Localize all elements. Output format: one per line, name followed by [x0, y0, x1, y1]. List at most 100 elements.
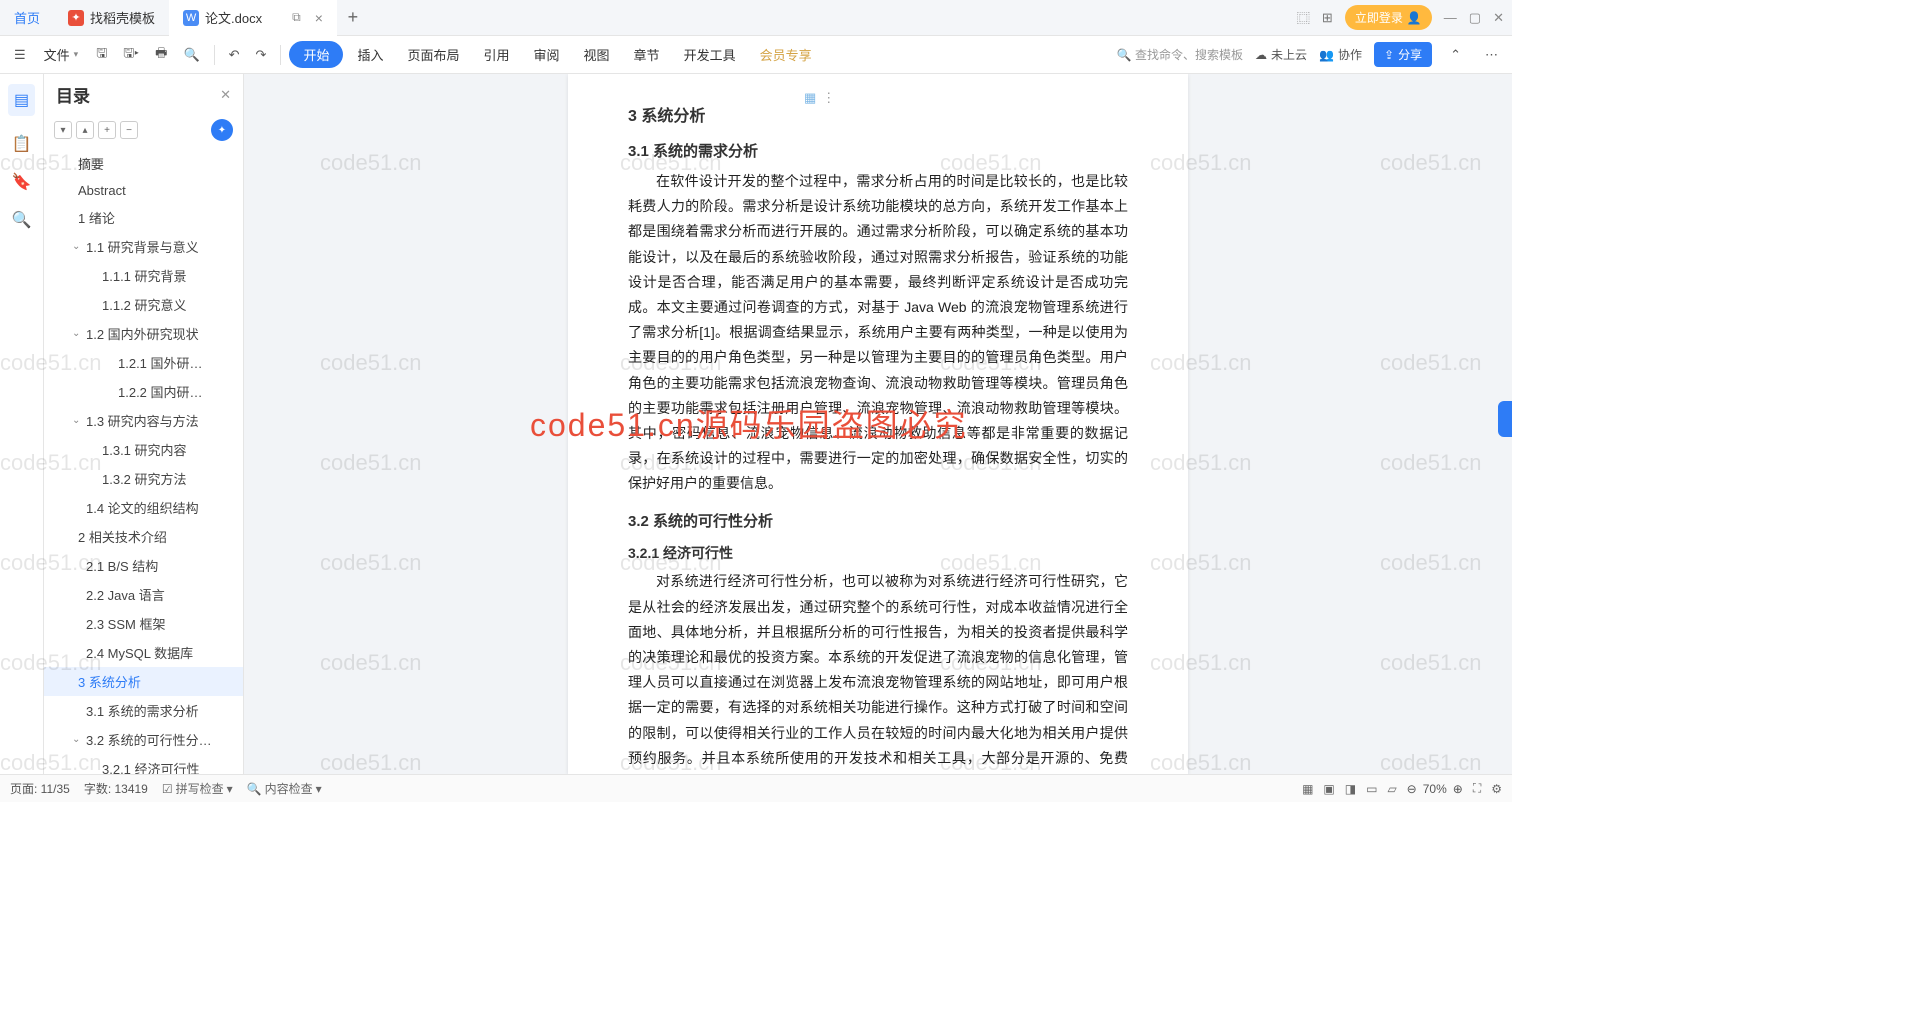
outline-item-label: 2 相关技术介绍: [78, 527, 167, 546]
login-button[interactable]: 立即登录👤: [1345, 5, 1432, 30]
outline-item[interactable]: 1.1.1 研究背景: [44, 261, 243, 290]
collab-button[interactable]: 👥协作: [1319, 46, 1362, 63]
outline-item[interactable]: 1.4 论文的组织结构: [44, 493, 243, 522]
tab-add-button[interactable]: +: [337, 7, 369, 28]
window-mode-icon[interactable]: ⧉: [292, 10, 301, 25]
minimize-icon[interactable]: —: [1444, 10, 1457, 25]
collapse-all-icon[interactable]: ▾: [54, 121, 72, 139]
outline-item[interactable]: 3.1 系统的需求分析: [44, 696, 243, 725]
outline-item[interactable]: 摘要: [44, 149, 243, 178]
maximize-icon[interactable]: ▢: [1469, 10, 1481, 26]
outline-item-label: 1.1.2 研究意义: [102, 295, 187, 314]
page-menu-icon[interactable]: ⋮: [822, 90, 835, 106]
collapse-ribbon-icon[interactable]: ⌃: [1444, 43, 1467, 67]
page-status[interactable]: 页面: 11/35: [10, 780, 70, 797]
outline-list[interactable]: 摘要 Abstract 1 绪论 ⌄1.1 研究背景与意义1.1.1 研究背景 1.1.…: [44, 145, 243, 774]
outline-item-label: 1 绪论: [78, 208, 115, 227]
outline-item[interactable]: ⌄3.2 系统的可行性分…: [44, 725, 243, 754]
outline-item[interactable]: 2.2 Java 语言: [44, 580, 243, 609]
tab-template[interactable]: ✦ 找稻壳模板: [54, 0, 169, 36]
right-drawer-tab[interactable]: [1498, 401, 1512, 437]
outline-item-label: 1.3 研究内容与方法: [86, 411, 199, 430]
ribbon-tab-chapter[interactable]: 章节: [624, 39, 670, 70]
search-rail-icon[interactable]: 🔍: [12, 210, 32, 230]
view-mode-3-icon[interactable]: ◨: [1345, 782, 1356, 796]
outline-item[interactable]: ⌄1.1 研究背景与意义: [44, 232, 243, 261]
zoom-level[interactable]: 70%: [1423, 782, 1447, 796]
paragraph: 对系统进行经济可行性分析，也可以被称为对系统进行经济可行性研究，它是从社会的经济…: [628, 569, 1128, 774]
ribbon-tab-devtools[interactable]: 开发工具: [674, 39, 746, 70]
chevron-down-icon: ⌄: [72, 328, 82, 339]
outline-item[interactable]: ⌄1.3 研究内容与方法: [44, 406, 243, 435]
tab-document[interactable]: W 论文.docx ⧉ ×: [169, 0, 337, 36]
ribbon-tab-layout[interactable]: 页面布局: [397, 39, 469, 70]
page: 3 系统分析 3.1 系统的需求分析 在软件设计开发的整个过程中，需求分析占用的…: [568, 74, 1188, 774]
add-icon[interactable]: +: [98, 121, 116, 139]
zoom-in-icon[interactable]: ⊕: [1453, 782, 1463, 796]
ribbon-tab-reference[interactable]: 引用: [474, 39, 520, 70]
outline-title: 目录: [56, 82, 212, 107]
outline-item[interactable]: 2.4 MySQL 数据库: [44, 638, 243, 667]
expand-all-icon[interactable]: ▴: [76, 121, 94, 139]
settings-icon[interactable]: ⚙: [1491, 782, 1502, 796]
outline-item[interactable]: ⌄1.2 国内外研究现状: [44, 319, 243, 348]
layout-icon[interactable]: ⿴: [1297, 8, 1310, 27]
content-check-button[interactable]: 🔍内容检查 ▾: [247, 780, 322, 797]
close-icon[interactable]: ×: [315, 10, 323, 26]
close-window-icon[interactable]: ✕: [1493, 10, 1504, 26]
saveas-icon[interactable]: 🖫▸: [117, 40, 145, 70]
ribbon-tab-review[interactable]: 审阅: [524, 39, 570, 70]
outline-item[interactable]: 1 绪论: [44, 203, 243, 232]
outline-item[interactable]: 1.1.2 研究意义: [44, 290, 243, 319]
outline-item[interactable]: 2 相关技术介绍: [44, 522, 243, 551]
cloud-button[interactable]: ☁未上云: [1255, 46, 1307, 63]
ribbon-tab-view[interactable]: 视图: [574, 39, 620, 70]
outline-item[interactable]: 3.2.1 经济可行性: [44, 754, 243, 774]
outline-item[interactable]: 1.2.1 国外研…: [44, 348, 243, 377]
word-count[interactable]: 字数: 13419: [84, 780, 148, 797]
outline-item[interactable]: 2.1 B/S 结构: [44, 551, 243, 580]
outline-item[interactable]: 1.3.2 研究方法: [44, 464, 243, 493]
search-input[interactable]: 🔍 查找命令、搜索模板: [1117, 46, 1243, 63]
save-icon[interactable]: 🖫: [90, 40, 113, 70]
view-mode-4-icon[interactable]: ▭: [1366, 782, 1377, 796]
outline-item[interactable]: 3 系统分析: [44, 667, 243, 696]
ribbon-tab-insert[interactable]: 插入: [347, 39, 393, 70]
menu-icon[interactable]: ☰: [8, 43, 32, 67]
close-outline-icon[interactable]: ✕: [220, 87, 231, 103]
clipboard-icon[interactable]: 📋: [12, 134, 32, 154]
fit-icon[interactable]: ⛶: [1473, 781, 1481, 796]
outline-panel: 目录 ✕ ▾ ▴ + − ✦ 摘要 Abstract 1 绪论 ⌄1.1 研究背景与意…: [44, 74, 244, 774]
tab-home[interactable]: 首页: [0, 0, 54, 36]
remove-icon[interactable]: −: [120, 121, 138, 139]
ribbon-tab-member[interactable]: 会员专享: [750, 39, 822, 70]
outline-item[interactable]: 2.3 SSM 框架: [44, 609, 243, 638]
zoom-out-icon[interactable]: ⊖: [1407, 782, 1417, 796]
outline-item[interactable]: 1.3.1 研究内容: [44, 435, 243, 464]
outline-item[interactable]: 1.2.2 国内研…: [44, 377, 243, 406]
share-button[interactable]: ⇪分享: [1374, 42, 1432, 67]
undo-icon[interactable]: ↶: [223, 43, 246, 67]
print-icon[interactable]: 🖶: [149, 40, 173, 70]
redo-icon[interactable]: ↷: [250, 43, 273, 67]
view-mode-5-icon[interactable]: ▱: [1387, 782, 1396, 796]
bookmark-icon[interactable]: 🔖: [12, 172, 32, 192]
preview-icon[interactable]: 🔍: [177, 43, 205, 67]
apps-icon[interactable]: ⊞: [1322, 10, 1333, 26]
outline-item-label: 1.4 论文的组织结构: [86, 498, 199, 517]
file-menu[interactable]: 文件 ▾: [36, 41, 87, 68]
more-icon[interactable]: ⋯: [1479, 43, 1504, 67]
spellcheck-button[interactable]: ☑拼写检查 ▾: [162, 780, 233, 797]
ribbon-tab-start[interactable]: 开始: [289, 41, 343, 68]
outline-item-label: 摘要: [78, 154, 104, 173]
heading-4: 3.2.1 经济可行性: [628, 543, 1128, 563]
outline-item[interactable]: Abstract: [44, 178, 243, 203]
view-mode-1-icon[interactable]: ▦: [1302, 782, 1313, 796]
outline-icon[interactable]: ▤: [8, 84, 35, 116]
view-mode-2-icon[interactable]: ▣: [1323, 782, 1334, 796]
outline-tools: ▾ ▴ + − ✦: [44, 115, 243, 145]
chevron-down-icon: ⌄: [72, 734, 82, 745]
ai-badge-icon[interactable]: ✦: [211, 119, 233, 141]
page-doc-icon[interactable]: ▦: [804, 90, 816, 106]
document-area[interactable]: ▦ ⋮ 3 系统分析 3.1 系统的需求分析 在软件设计开发的整个过程中，需求分…: [244, 74, 1512, 774]
